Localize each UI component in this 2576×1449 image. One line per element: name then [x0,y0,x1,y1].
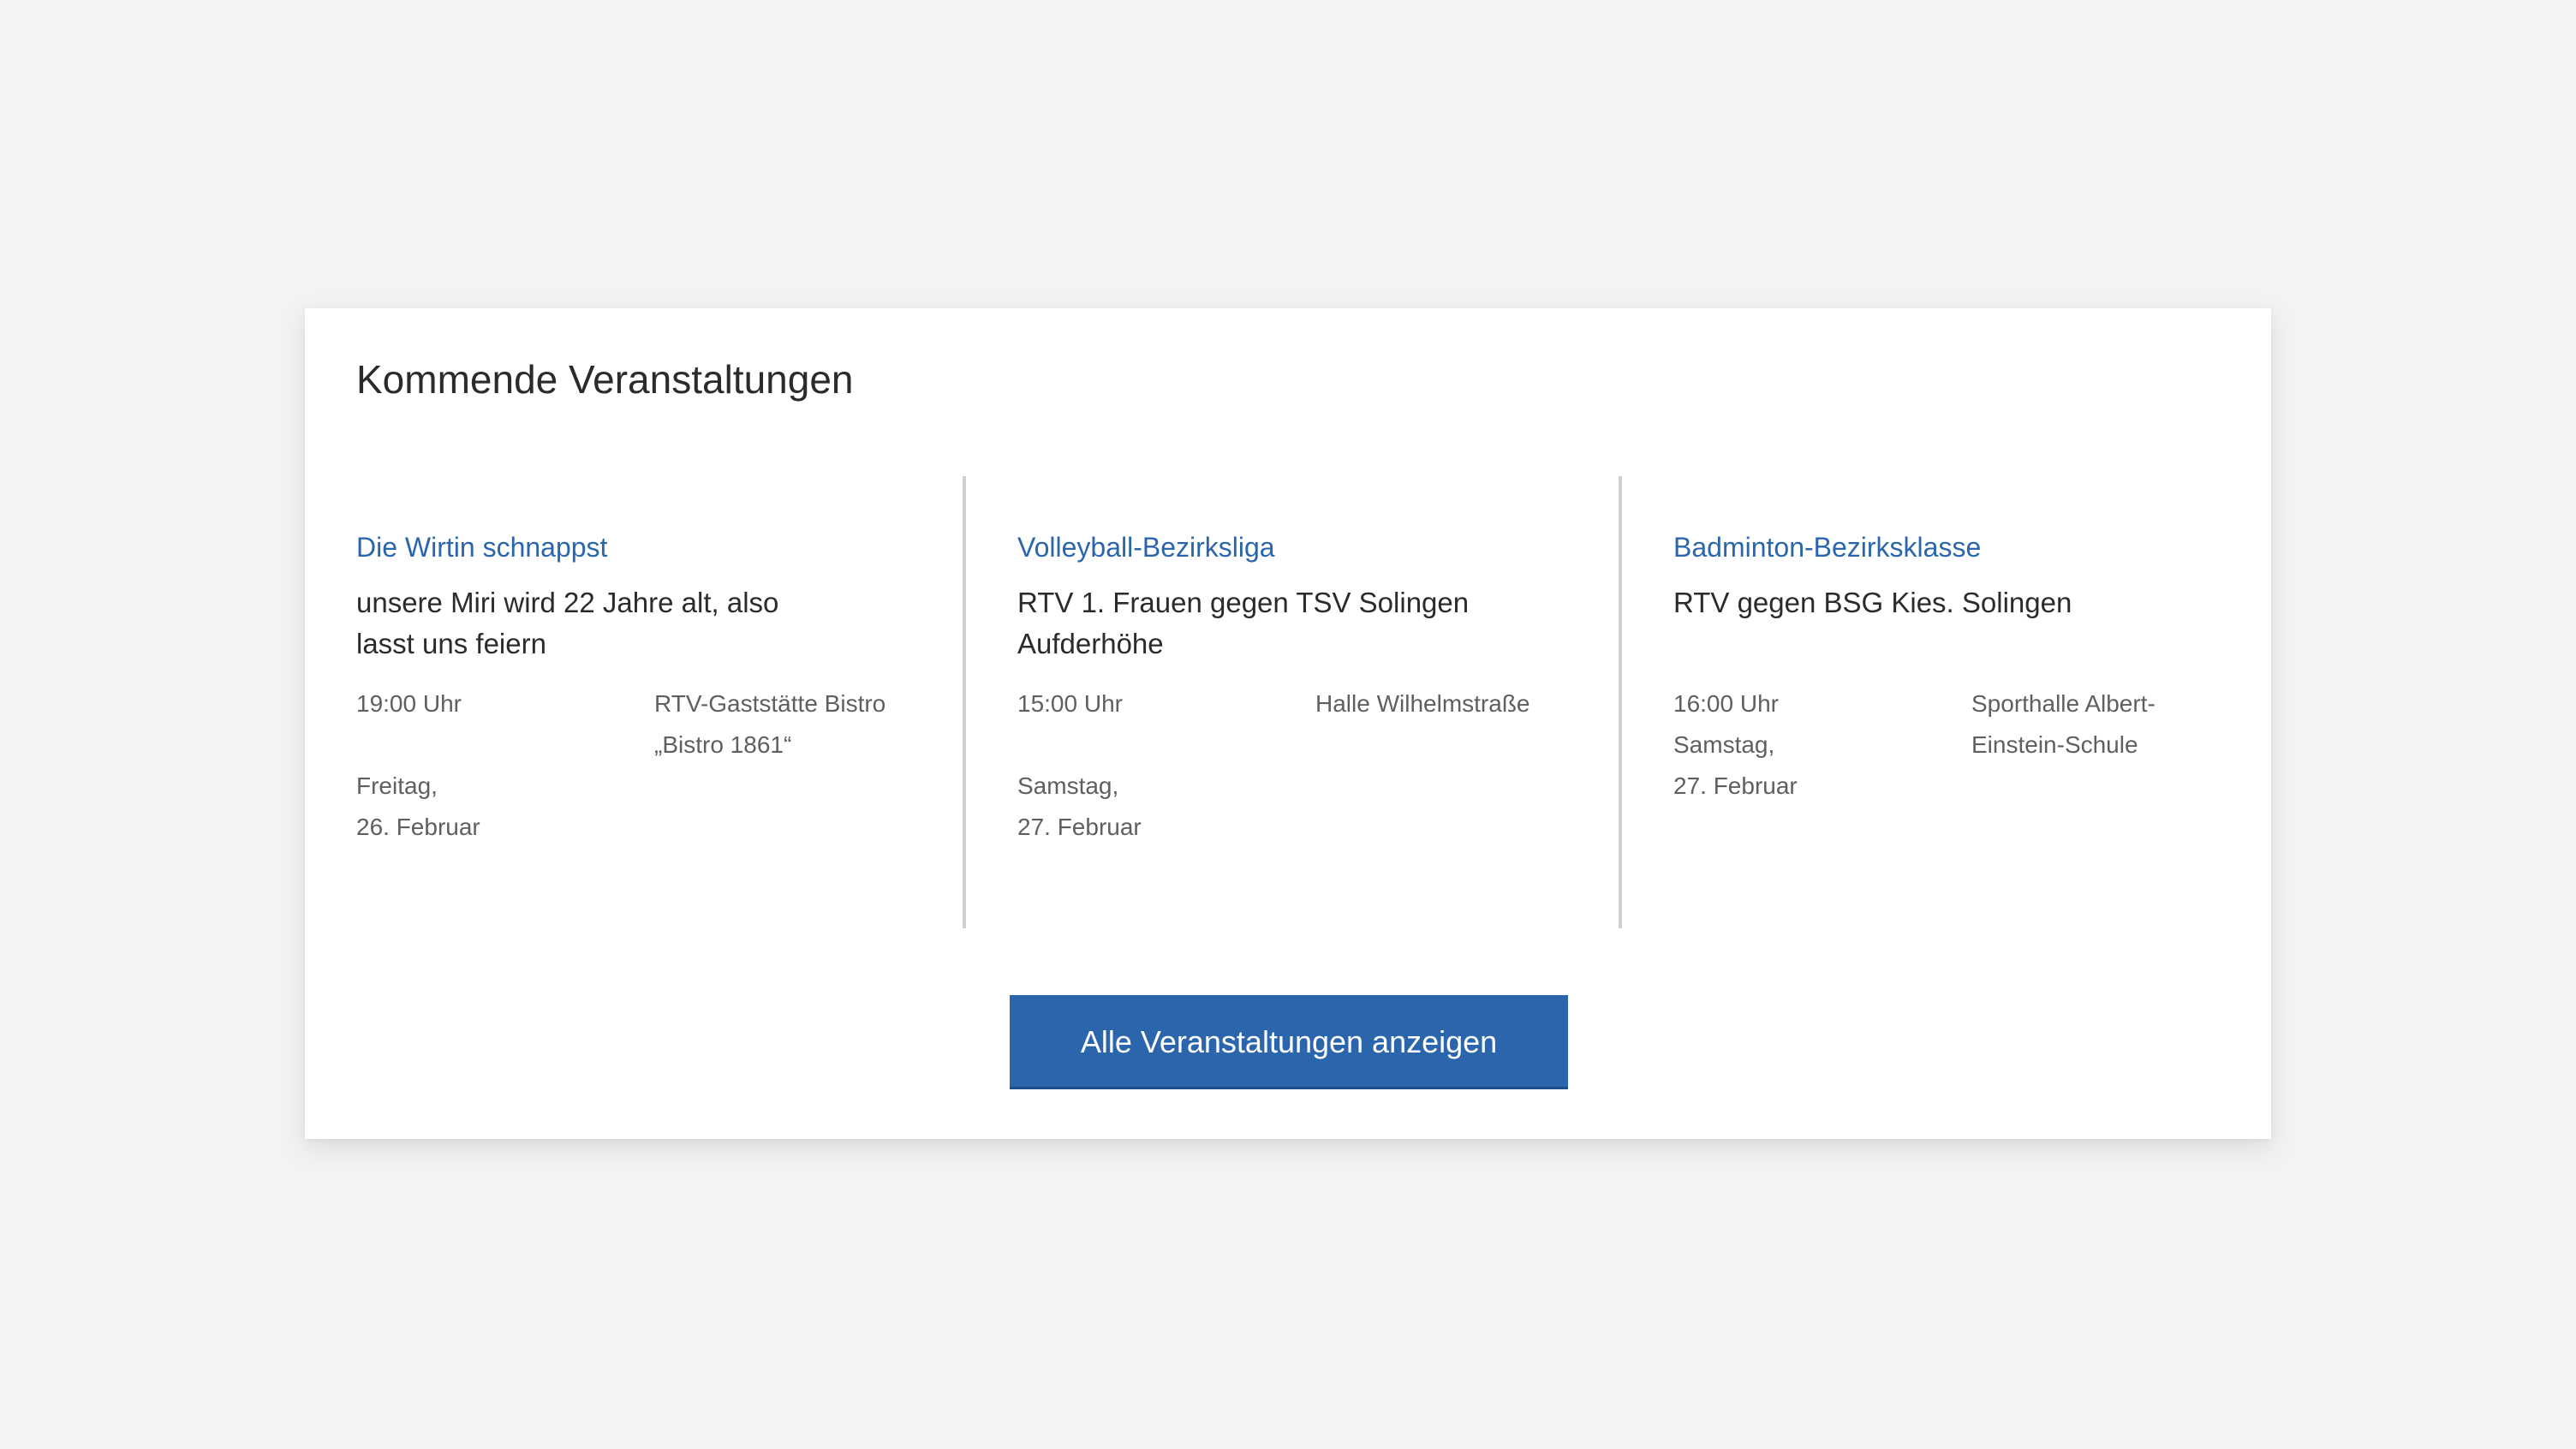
event-title-link[interactable]: Badminton-Bezirksklasse [1673,526,1981,569]
event-item: Badminton-Bezirksklasse RTV gegen BSG Ki… [1619,476,2220,928]
event-time-date: 15:00 Uhr Samstag, 27. Februar [1017,683,1300,848]
event-time-date: 19:00 Uhr Freitag, 26. Februar [356,683,639,848]
events-list: Die Wirtin schnappst unsere Miri wird 22… [305,476,2271,928]
event-time: 16:00 Uhr [1673,690,1779,717]
event-weekday: Samstag, [1017,772,1119,799]
event-weekday: Freitag, [356,772,438,799]
event-location-line: „Bistro 1861“ [654,731,792,758]
event-location: RTV-Gaststätte Bistro „Bistro 1861“ [654,683,928,766]
event-location: Sporthalle Albert- Einstein-Schule [1971,683,2245,766]
event-description-line: RTV gegen BSG Kies. Solingen [1673,587,2072,618]
event-location-line: Halle Wilhelmstraße [1315,690,1530,717]
event-date: 27. Februar [1673,772,1798,799]
event-date: 27. Februar [1017,814,1142,840]
events-card: Kommende Veranstaltungen Die Wirtin schn… [305,308,2271,1139]
event-description-line: unsere Miri wird 22 Jahre alt, also [356,587,779,618]
event-location: Halle Wilhelmstraße [1315,683,1589,724]
event-description-line: RTV 1. Frauen gegen TSV Solingen [1017,587,1470,618]
event-item: Volleyball-Bezirksliga RTV 1. Frauen geg… [963,476,1620,928]
event-description: unsere Miri wird 22 Jahre alt, also lass… [356,582,836,665]
event-title-link[interactable]: Volleyball-Bezirksliga [1017,526,1275,569]
event-time: 15:00 Uhr [1017,690,1123,717]
event-description-line: lasst uns feiern [356,628,546,659]
section-title: Kommende Veranstaltungen [356,357,854,402]
event-description: RTV 1. Frauen gegen TSV Solingen Aufderh… [1017,582,1497,665]
event-time-date: 16:00 Uhr Samstag, 27. Februar [1673,683,1956,807]
event-location-line: RTV-Gaststätte Bistro [654,690,886,717]
event-location-line: Einstein-Schule [1971,731,2138,758]
event-title-link[interactable]: Die Wirtin schnappst [356,526,607,569]
all-events-button[interactable]: Alle Veranstaltungen anzeigen [1010,995,1568,1089]
event-location-line: Sporthalle Albert- [1971,690,2156,717]
event-description: RTV gegen BSG Kies. Solingen [1673,582,2153,665]
event-weekday: Samstag, [1673,731,1775,758]
event-date: 26. Februar [356,814,480,840]
event-time: 19:00 Uhr [356,690,462,717]
event-item: Die Wirtin schnappst unsere Miri wird 22… [356,476,963,928]
event-description-line: Aufderhöhe [1017,628,1164,659]
